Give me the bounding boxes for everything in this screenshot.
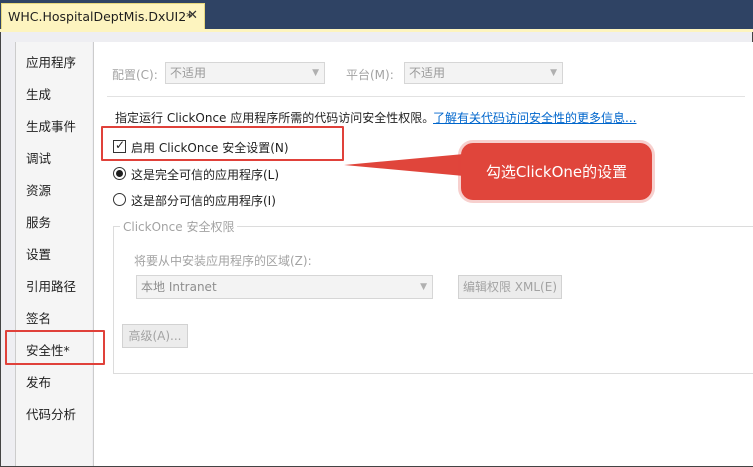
edit-permissions-xml-button[interactable]: 编辑权限 XML(E) [458, 275, 562, 299]
chevron-down-icon: ▼ [550, 68, 557, 78]
full-trust-label[interactable]: 这是完全可信的应用程序(L) [131, 166, 279, 183]
divider [107, 96, 745, 97]
platform-dropdown[interactable]: 不适用 ▼ [404, 62, 563, 84]
sidebar-item-resources[interactable]: 资源 [26, 180, 51, 199]
sidebar-item-code-analysis[interactable]: 代码分析 [26, 404, 76, 423]
checkbox-highlight-box [101, 126, 344, 161]
description-text: 指定运行 ClickOnce 应用程序所需的代码访问安全性权限。 [115, 111, 435, 125]
sidebar-item-reference-paths[interactable]: 引用路径 [26, 276, 76, 295]
sidebar-item-services[interactable]: 服务 [26, 212, 51, 231]
clickonce-permissions-group [113, 226, 753, 374]
config-value: 不适用 [170, 66, 207, 80]
platform-value: 不适用 [409, 66, 446, 80]
security-tab-highlight-box [5, 330, 105, 365]
sidebar-item-build[interactable]: 生成 [26, 84, 51, 103]
radio-selected-dot [116, 170, 123, 177]
document-tab[interactable]: WHC.HospitalDeptMis.DxUI2* ✕ [1, 3, 205, 29]
chevron-down-icon: ▼ [312, 68, 319, 78]
config-dropdown[interactable]: 不适用 ▼ [165, 62, 325, 84]
document-tab-title: WHC.HospitalDeptMis.DxUI2* [8, 9, 193, 24]
security-page: 配置(C): 不适用 ▼ 平台(M): 不适用 ▼ 指定运行 ClickOnce… [93, 42, 753, 466]
sidebar-item-publish[interactable]: 发布 [26, 372, 51, 391]
group-title: ClickOnce 安全权限 [120, 218, 238, 235]
properties-frame: 应用程序 生成 生成事件 调试 资源 服务 设置 引用路径 签名 安全性* 发布… [0, 32, 753, 467]
full-trust-radio[interactable] [113, 167, 126, 180]
sidebar-item-signing[interactable]: 签名 [26, 308, 51, 327]
partial-trust-label[interactable]: 这是部分可信的应用程序(I) [131, 192, 276, 209]
chevron-down-icon: ▼ [420, 282, 427, 292]
callout-text: 勾选ClickOne的设置 [485, 163, 628, 181]
annotation-callout: 勾选ClickOne的设置 [461, 143, 652, 200]
sidebar-item-build-events[interactable]: 生成事件 [26, 116, 76, 135]
callout-pointer-shape [344, 154, 464, 176]
document-tab-bar: WHC.HospitalDeptMis.DxUI2* ✕ [0, 0, 753, 31]
close-icon[interactable]: ✕ [187, 8, 198, 23]
partial-trust-radio[interactable] [113, 193, 126, 206]
zone-dropdown[interactable]: 本地 Intranet ▼ [136, 275, 433, 299]
sidebar-item-debug[interactable]: 调试 [26, 148, 51, 167]
zone-label: 将要从中安装应用程序的区域(Z): [134, 254, 312, 268]
sidebar-item-settings[interactable]: 设置 [26, 244, 51, 263]
callout-pointer [344, 154, 464, 176]
sidebar: 应用程序 生成 生成事件 调试 资源 服务 设置 引用路径 签名 安全性* 发布… [15, 42, 92, 466]
config-label: 配置(C): [112, 68, 158, 82]
security-info-link[interactable]: 了解有关代码访问安全性的更多信息... [433, 109, 636, 126]
sidebar-item-application[interactable]: 应用程序 [26, 52, 76, 71]
advanced-button[interactable]: 高级(A)... [122, 324, 188, 348]
zone-value: 本地 Intranet [141, 280, 217, 294]
platform-label: 平台(M): [346, 68, 394, 82]
